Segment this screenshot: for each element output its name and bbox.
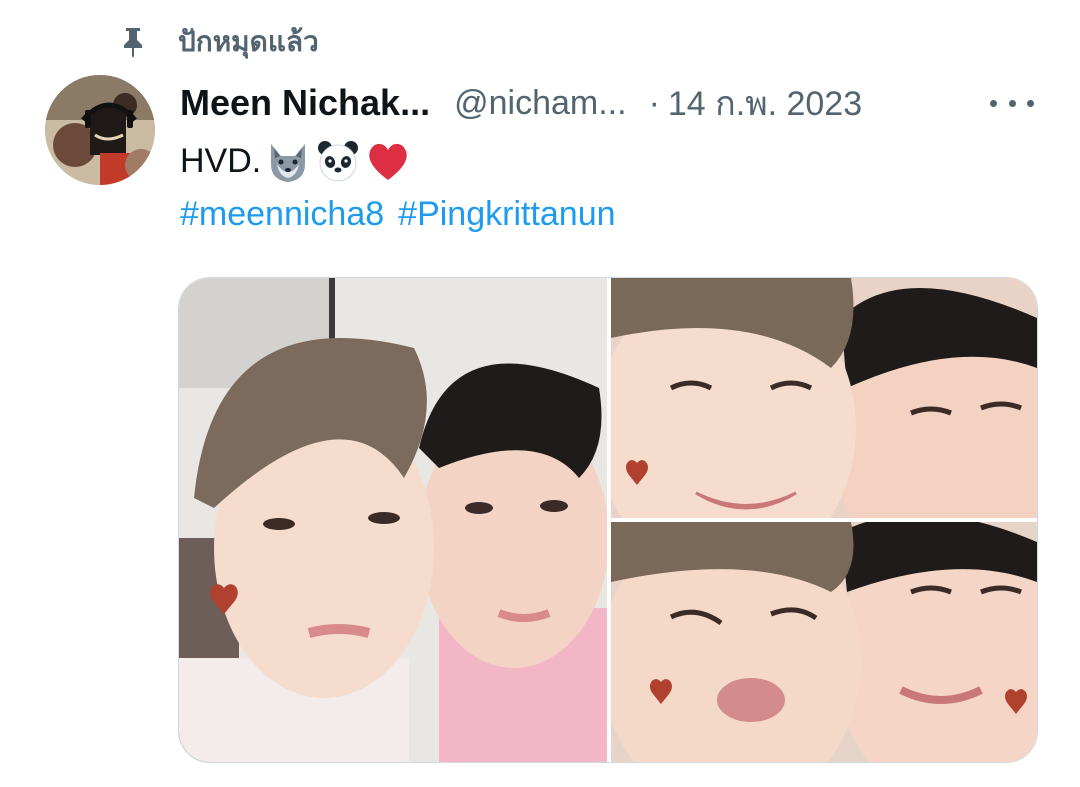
author-display-name[interactable]: Meen Nichak... (180, 82, 430, 124)
avatar[interactable] (45, 75, 155, 185)
photo-3[interactable] (611, 522, 1037, 762)
more-dot-icon (990, 99, 997, 107)
hashtag-link[interactable]: #meennicha8 (180, 195, 384, 234)
pin-icon (118, 25, 148, 59)
more-dot-icon (1008, 99, 1016, 107)
tweet-text-body: HVD. (180, 141, 262, 180)
author-handle[interactable]: @nicham... (454, 84, 626, 123)
tweet-text: HVD. (180, 138, 411, 184)
photo-1-image (179, 278, 607, 762)
tweet-date[interactable]: 14 ก.พ. 2023 (668, 76, 862, 130)
pinned-label: ปักหมุดแล้ว (178, 26, 319, 57)
media-grid (178, 277, 1038, 763)
tweet-header: Meen Nichak... @nicham... · 14 ก.พ. 2023 (180, 78, 862, 128)
avatar-image (45, 75, 155, 185)
pinned-indicator: ปักหมุดแล้ว (118, 22, 319, 62)
separator-dot: · (648, 83, 660, 122)
photo-1[interactable] (179, 278, 607, 762)
photo-3-image (611, 522, 1037, 762)
red-heart-emoji (369, 143, 407, 180)
hashtag-list: #meennicha8 #Pingkrittanun (180, 195, 616, 234)
wolf-emoji (271, 144, 306, 182)
more-dot-icon (1027, 99, 1034, 107)
photo-2[interactable] (611, 278, 1037, 518)
more-options-button[interactable] (990, 90, 1034, 116)
hashtag-link[interactable]: #Pingkrittanun (398, 195, 615, 234)
photo-2-image (611, 278, 1037, 518)
panda-emoji (318, 141, 359, 182)
